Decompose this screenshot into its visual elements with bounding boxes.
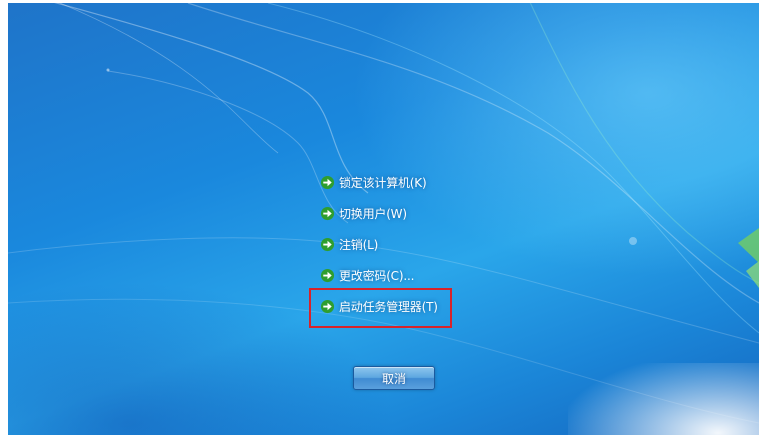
red-highlight-box (309, 288, 452, 328)
cancel-button[interactable]: 取消 (353, 366, 435, 390)
option-label: 更改密码(C)... (339, 268, 415, 283)
option-log-off[interactable]: 注销(L) (320, 234, 438, 254)
green-arrow-icon (320, 206, 335, 220)
green-arrow-icon (320, 237, 335, 251)
option-switch-user[interactable]: 切换用户(W) (320, 203, 438, 223)
option-change-password[interactable]: 更改密码(C)... (320, 265, 438, 285)
option-lock-computer[interactable]: 锁定该计算机(K) (320, 172, 438, 192)
option-label: 锁定该计算机(K) (339, 175, 427, 190)
option-label: 切换用户(W) (339, 206, 407, 221)
green-arrow-icon (320, 268, 335, 282)
green-arrow-icon (320, 175, 335, 189)
option-label: 注销(L) (339, 237, 379, 252)
corner-glow (568, 363, 759, 435)
